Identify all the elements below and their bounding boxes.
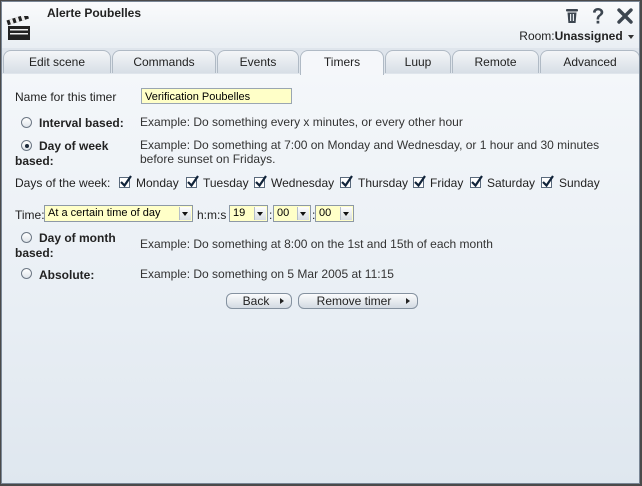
absolute-radio[interactable] (21, 268, 32, 279)
timers-panel: Name for this timer Verification Poubell… (2, 74, 639, 483)
clapperboard-icon (6, 13, 32, 42)
friday-checkbox[interactable] (413, 175, 426, 188)
thursday-label: Thursday (358, 176, 409, 190)
absolute-example: Example: Do something on 5 Mar 2005 at 1… (140, 267, 394, 281)
tuesday-label: Tuesday (203, 176, 249, 190)
days-of-week-label: Days of the week: (15, 176, 111, 190)
monday-checkbox[interactable] (119, 175, 132, 188)
tab-advanced[interactable]: Advanced (540, 50, 639, 73)
remove-timer-button[interactable]: Remove timer (298, 293, 418, 309)
chevron-down-icon (254, 207, 266, 220)
absolute-label: Absolute: (39, 268, 95, 282)
tab-timers[interactable]: Timers (300, 50, 384, 75)
trash-icon[interactable] (565, 8, 579, 24)
interval-label: Interval based: (39, 116, 124, 130)
back-button[interactable]: Back (226, 293, 292, 309)
second-value: 00 (319, 207, 332, 219)
window-header: Alerte Poubelles Room:Unassigned (2, 2, 639, 49)
saturday-checkbox[interactable] (470, 175, 483, 188)
chevron-down-icon (297, 207, 309, 220)
hour-value: 19 (233, 207, 246, 219)
timer-name-label: Name for this timer (15, 90, 117, 104)
time-label: Time: (15, 208, 45, 222)
minute-value: 00 (277, 207, 290, 219)
tab-commands[interactable]: Commands (112, 50, 216, 73)
second-select[interactable]: 00 (315, 205, 354, 222)
tab-luup[interactable]: Luup (385, 50, 451, 73)
chevron-down-icon (179, 207, 191, 220)
chevron-down-icon (628, 34, 634, 39)
back-button-label: Back (242, 294, 270, 308)
remove-timer-label: Remove timer (316, 294, 392, 308)
room-label: Room: (519, 29, 555, 43)
chevron-down-icon (340, 207, 352, 220)
help-icon[interactable] (591, 7, 605, 25)
room-value: Unassigned (554, 29, 623, 43)
sunday-label: Sunday (559, 176, 600, 190)
interval-radio[interactable] (21, 117, 32, 128)
monday-label: Monday (136, 176, 179, 190)
tab-events[interactable]: Events (217, 50, 299, 73)
tab-bar: Edit scene Commands Events Timers Luup R… (2, 48, 639, 75)
play-icon (280, 298, 284, 304)
interval-example: Example: Do something every x minutes, o… (140, 115, 463, 129)
play-icon (406, 298, 410, 304)
timer-name-input[interactable]: Verification Poubelles (141, 88, 292, 104)
day-of-week-example: Example: Do something at 7:00 on Monday … (140, 138, 600, 166)
scene-window: Alerte Poubelles Room:Unassigned Edit sc… (1, 1, 640, 484)
close-icon[interactable] (617, 8, 633, 24)
day-of-month-label: Day of month based: (15, 231, 116, 260)
wednesday-label: Wednesday (271, 176, 335, 190)
hms-label: h:m:s (197, 208, 227, 222)
minute-select[interactable]: 00 (273, 205, 311, 222)
hour-minute-separator: : (269, 208, 273, 222)
time-mode-value: At a certain time of day (48, 207, 161, 219)
time-mode-select[interactable]: At a certain time of day (44, 205, 193, 222)
sunday-checkbox[interactable] (541, 175, 554, 188)
saturday-label: Saturday (487, 176, 536, 190)
wednesday-checkbox[interactable] (254, 175, 267, 188)
thursday-checkbox[interactable] (340, 175, 353, 188)
header-actions (565, 7, 633, 25)
window-title: Alerte Poubelles (47, 6, 142, 20)
tab-remote[interactable]: Remote (452, 50, 539, 73)
tuesday-checkbox[interactable] (186, 175, 199, 188)
hour-select[interactable]: 19 (229, 205, 268, 222)
day-of-month-example: Example: Do something at 8:00 on the 1st… (140, 237, 493, 251)
day-of-week-label: Day of week based: (15, 139, 109, 168)
room-selector[interactable]: Room:Unassigned (519, 29, 634, 43)
friday-label: Friday (430, 176, 464, 190)
tab-edit-scene[interactable]: Edit scene (3, 50, 111, 73)
